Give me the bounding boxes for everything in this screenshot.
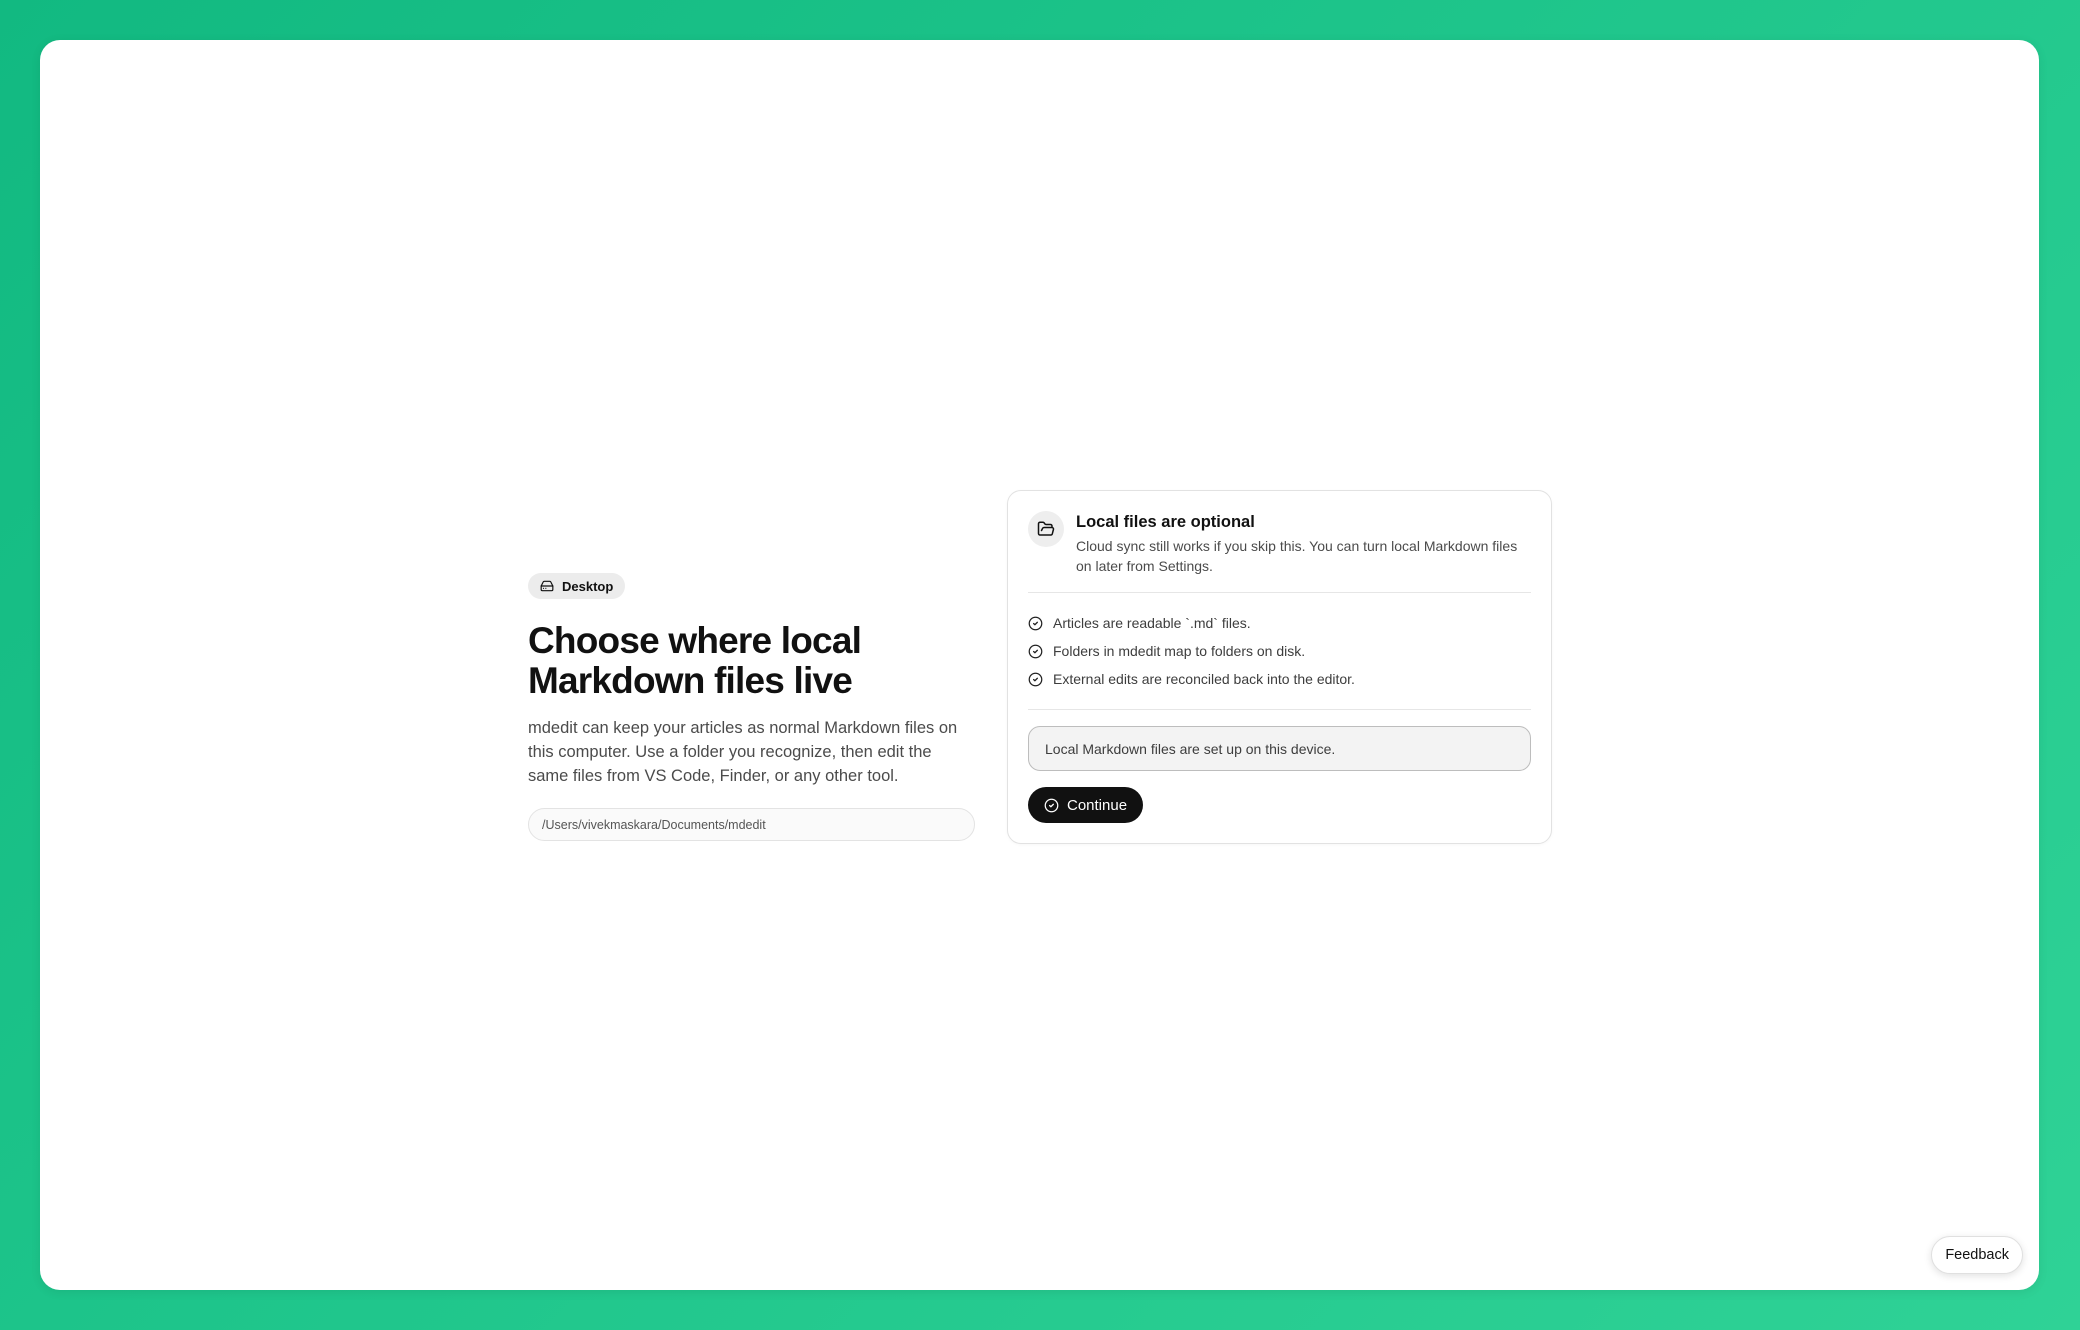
checklist-item: Articles are readable `.md` files.	[1028, 609, 1531, 637]
intro-section: Desktop Choose where local Markdown file…	[528, 490, 975, 844]
divider	[1028, 592, 1531, 593]
checklist-item: External edits are reconciled back into …	[1028, 665, 1531, 693]
checklist-item-label: Articles are readable `.md` files.	[1053, 615, 1251, 631]
local-files-card: Local files are optional Cloud sync stil…	[1007, 490, 1552, 844]
check-circle-icon	[1028, 644, 1043, 658]
platform-badge-label: Desktop	[562, 578, 614, 594]
feedback-button[interactable]: Feedback	[1931, 1236, 2023, 1274]
checklist-item-label: External edits are reconciled back into …	[1053, 671, 1355, 687]
check-circle-icon	[1028, 672, 1043, 686]
continue-button[interactable]: Continue	[1028, 787, 1144, 823]
folder-open-icon	[1037, 521, 1055, 536]
card-description: Cloud sync still works if you skip this.…	[1076, 538, 1518, 574]
feature-checklist: Articles are readable `.md` files. Folde…	[1028, 609, 1531, 693]
divider	[1028, 709, 1531, 710]
card-title: Local files are optional	[1076, 513, 1255, 531]
checklist-item-label: Folders in mdedit map to folders on disk…	[1053, 643, 1306, 659]
continue-button-label: Continue	[1067, 796, 1128, 814]
check-circle-icon	[1044, 798, 1059, 812]
setup-status-message: Local Markdown files are set up on this …	[1028, 726, 1531, 771]
hard-drive-icon	[540, 580, 554, 592]
check-circle-icon	[1028, 616, 1043, 630]
app-window: Desktop Choose where local Markdown file…	[40, 40, 2039, 1290]
platform-badge: Desktop	[528, 573, 626, 599]
card-icon-circle	[1028, 511, 1064, 547]
checklist-item: Folders in mdedit map to folders on disk…	[1028, 637, 1531, 665]
onboarding-content: Desktop Choose where local Markdown file…	[528, 490, 1592, 844]
page-title: Choose where local Markdown files live	[528, 620, 862, 701]
page-description: mdedit can keep your articles as normal …	[528, 719, 958, 785]
folder-path-field[interactable]: /Users/vivekmaskara/Documents/mdedit	[528, 808, 975, 841]
card-header-text: Local files are optional Cloud sync stil…	[1076, 511, 1531, 576]
card-header: Local files are optional Cloud sync stil…	[1028, 511, 1531, 576]
